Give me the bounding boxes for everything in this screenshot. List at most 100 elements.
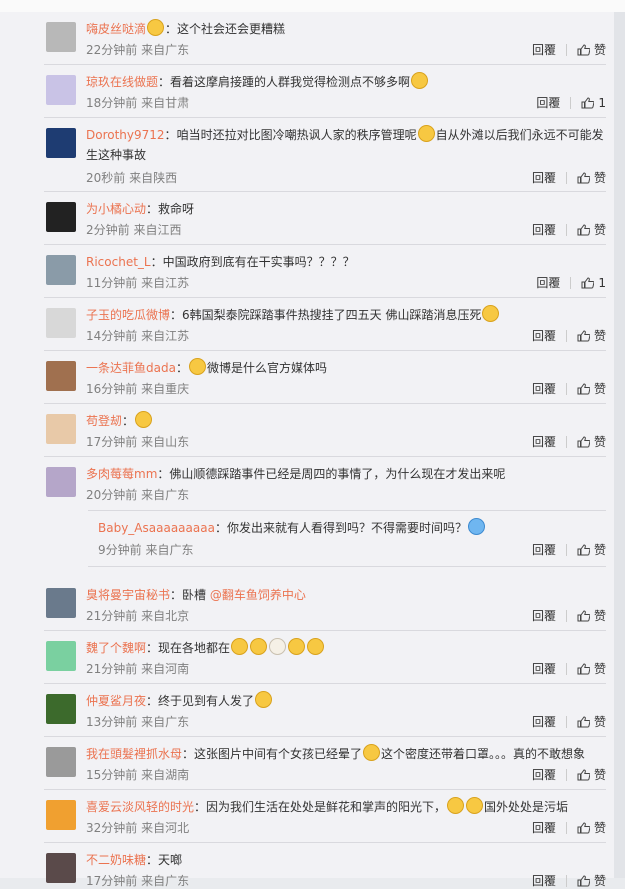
scrollbar[interactable] <box>614 12 625 878</box>
like-count[interactable]: 赞 <box>594 874 606 888</box>
thumbs-up-icon[interactable] <box>577 436 590 448</box>
thumbs-up-icon[interactable] <box>581 277 595 289</box>
like-count[interactable]: 赞 <box>594 329 606 343</box>
thumbs-up-icon[interactable] <box>577 769 590 781</box>
thumbs-up-icon[interactable] <box>577 875 590 887</box>
username-link[interactable]: Dorothy9712 <box>86 128 165 142</box>
reply-username-link[interactable]: Baby_Asaaaaaaaaa <box>98 521 215 535</box>
thumbs-up-icon[interactable] <box>577 663 590 675</box>
mention-link[interactable]: @翻车鱼饲养中心 <box>210 588 306 602</box>
comment-actions: 回覆 赞 <box>532 872 606 889</box>
like-count[interactable]: 赞 <box>594 171 606 185</box>
avatar[interactable] <box>46 308 76 338</box>
thumbs-up-icon[interactable] <box>577 44 590 56</box>
like-count[interactable]: 赞 <box>594 543 606 557</box>
comment-actions: 回覆 赞 <box>532 713 606 730</box>
divider <box>570 277 572 289</box>
comment-text: 6韩国梨泰院踩踏事件热搜挂了四五天 佛山踩踏消息压死 <box>182 308 482 322</box>
reply-button[interactable]: 回覆 <box>532 821 556 835</box>
avatar[interactable] <box>46 747 76 777</box>
emoji-icon <box>269 638 287 655</box>
colon: ： <box>158 75 171 89</box>
avatar[interactable] <box>46 588 76 618</box>
timestamp: 18分钟前 <box>86 96 138 110</box>
emoji-icon <box>411 72 429 89</box>
avatar[interactable] <box>46 853 76 883</box>
reply-button[interactable]: 回覆 <box>532 223 556 237</box>
avatar[interactable] <box>46 694 76 724</box>
username-link[interactable]: 子玉的吃瓜微博 <box>86 308 170 322</box>
thumbs-up-icon[interactable] <box>577 610 590 622</box>
avatar[interactable] <box>46 75 76 105</box>
like-count[interactable]: 1 <box>598 276 606 290</box>
username-link[interactable]: 琼玖在线做题 <box>86 75 158 89</box>
username-link[interactable]: 嗨皮丝哒滴 <box>86 22 146 36</box>
like-count[interactable]: 赞 <box>594 43 606 57</box>
username-link[interactable]: 不二奶味糖 <box>86 853 146 867</box>
avatar[interactable] <box>46 414 76 444</box>
thumbs-up-icon[interactable] <box>577 330 590 342</box>
avatar[interactable] <box>46 255 76 285</box>
thumbs-up-icon[interactable] <box>577 822 590 834</box>
reply-button[interactable]: 回覆 <box>532 171 556 185</box>
username-link[interactable]: 喜爱云淡风轻的时光 <box>86 800 194 814</box>
reply-button[interactable]: 回覆 <box>532 768 556 782</box>
username-link[interactable]: Ricochet_L <box>86 255 151 269</box>
avatar[interactable] <box>46 467 76 497</box>
like-count[interactable]: 赞 <box>594 662 606 676</box>
divider <box>565 822 567 834</box>
thumbs-up-icon[interactable] <box>577 544 590 556</box>
reply-button[interactable]: 回覆 <box>532 543 556 557</box>
reply-button[interactable]: 回覆 <box>532 435 556 449</box>
thumbs-up-icon[interactable] <box>577 716 590 728</box>
reply-button[interactable]: 回覆 <box>532 43 556 57</box>
colon: ： <box>170 308 183 322</box>
thumbs-up-icon[interactable] <box>577 383 590 395</box>
avatar[interactable] <box>46 641 76 671</box>
reply-button[interactable]: 回覆 <box>532 329 556 343</box>
like-count[interactable]: 赞 <box>594 435 606 449</box>
comment-actions: 回覆 赞 <box>532 327 606 344</box>
username-link[interactable]: 苟登刼 <box>86 414 122 428</box>
reply-button[interactable]: 回覆 <box>536 96 560 110</box>
avatar[interactable] <box>46 800 76 830</box>
reply-button[interactable]: 回覆 <box>532 609 556 623</box>
username-link[interactable]: 为小橘心动 <box>86 202 146 216</box>
comment-text-line: 仲夏鲨月夜：终于见到有人发了 <box>86 691 606 711</box>
like-count[interactable]: 赞 <box>594 715 606 729</box>
like-count[interactable]: 赞 <box>594 609 606 623</box>
like-count[interactable]: 赞 <box>594 768 606 782</box>
reply-button[interactable]: 回覆 <box>532 874 556 888</box>
reply-button[interactable]: 回覆 <box>532 662 556 676</box>
username-link[interactable]: 臭将曼宇宙秘书 <box>86 588 170 602</box>
emoji-icon <box>363 744 381 761</box>
like-count[interactable]: 赞 <box>594 821 606 835</box>
thumbs-up-icon[interactable] <box>581 97 595 109</box>
thumbs-up-icon[interactable] <box>577 172 590 184</box>
divider <box>565 44 567 56</box>
thumbs-up-icon[interactable] <box>577 224 590 236</box>
timestamp: 32分钟前 <box>86 821 138 835</box>
avatar[interactable] <box>46 128 76 158</box>
colon: ： <box>146 202 159 216</box>
username-link[interactable]: 仲夏鲨月夜 <box>86 694 146 708</box>
username-link[interactable]: 多肉莓莓mm <box>86 467 157 481</box>
avatar[interactable] <box>46 361 76 391</box>
like-count[interactable]: 1 <box>598 96 606 110</box>
comment-text: 救命呀 <box>158 202 195 216</box>
reply-button[interactable]: 回覆 <box>532 382 556 396</box>
username-link[interactable]: 魏了个魏啊 <box>86 641 146 655</box>
avatar[interactable] <box>46 202 76 232</box>
reply-button[interactable]: 回覆 <box>536 276 560 290</box>
comment-meta: 21分钟前 来自北京 <box>86 607 189 624</box>
comment-text: 现在各地都在 <box>158 641 231 655</box>
avatar[interactable] <box>46 22 76 52</box>
username-link[interactable]: 一条达菲鱼dada <box>86 361 176 375</box>
username-link[interactable]: 我在頭髮裡抓水母 <box>86 747 182 761</box>
divider <box>565 663 567 675</box>
comment-text-line: 苟登刼： <box>86 411 606 431</box>
like-count[interactable]: 赞 <box>594 382 606 396</box>
comment-text: 这个社会还会更糟糕 <box>177 22 286 36</box>
reply-button[interactable]: 回覆 <box>532 715 556 729</box>
like-count[interactable]: 赞 <box>594 223 606 237</box>
